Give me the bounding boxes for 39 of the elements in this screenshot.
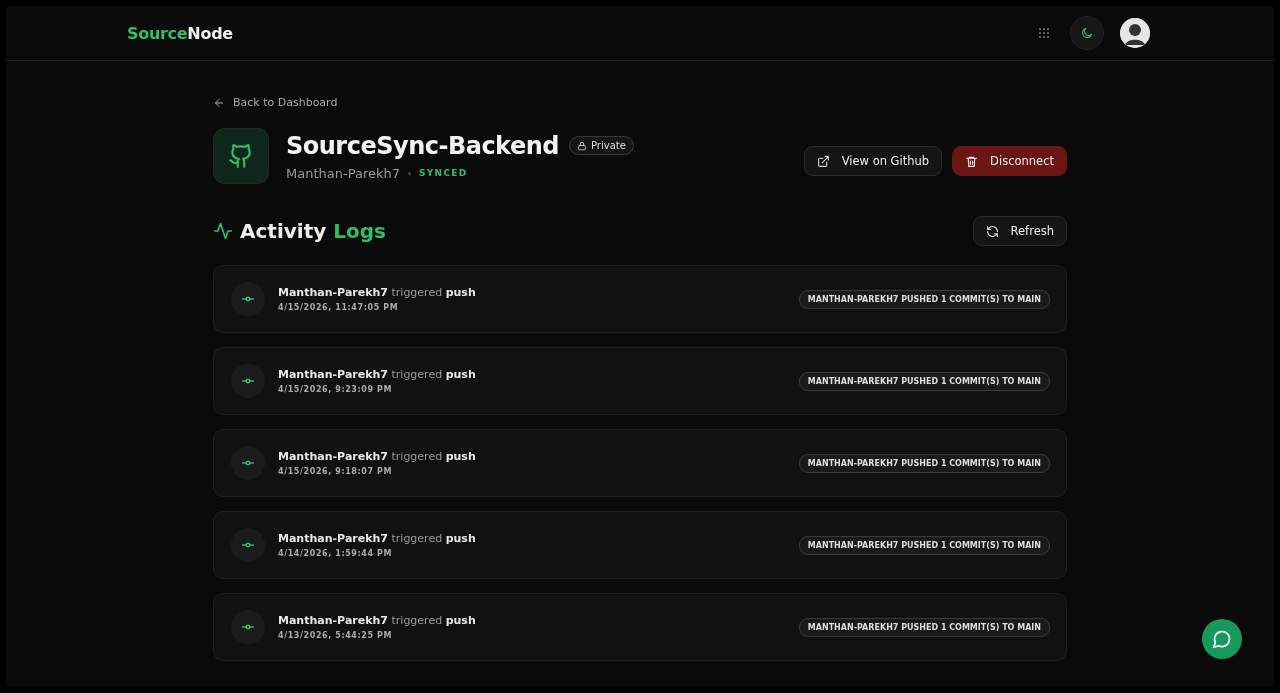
log-time: 4/15/2026, 9:23:09 PM — [278, 385, 394, 394]
github-button[interactable]: View on Github — [803, 146, 943, 176]
commit-message-badge: MANTHAN-PAREKH7 PUSHED 1 COMMIT(S) TO MAIN — [798, 535, 1050, 555]
separator-dot — [408, 171, 411, 175]
activity-icon — [213, 221, 233, 241]
repo-name: SourceSync-Backend — [286, 131, 559, 160]
external-link-icon — [816, 154, 830, 168]
refresh-button[interactable]: Refresh — [972, 216, 1067, 246]
log-summary: Manthan-Parekh7 triggered push — [278, 450, 476, 463]
theme-button[interactable] — [1070, 16, 1104, 50]
log-summary: Manthan-Parekh7 triggered push — [278, 614, 476, 627]
log-time: 4/15/2026, 9:18:07 PM — [278, 467, 394, 476]
github-icon — [228, 143, 254, 169]
owner-name: Manthan-Parekh7 — [286, 165, 400, 181]
section-title: Activity Logs — [240, 219, 386, 243]
arrow-left-icon — [213, 96, 225, 109]
refresh-icon — [985, 224, 999, 238]
commit-message-badge: MANTHAN-PAREKH7 PUSHED 1 COMMIT(S) TO MAIN — [798, 617, 1050, 637]
grid-icon — [1036, 25, 1052, 41]
log-time: 4/14/2026, 1:59:44 PM — [278, 549, 394, 558]
log-summary: Manthan-Parekh7 triggered push — [278, 368, 476, 381]
lock-icon — [577, 140, 587, 151]
log-summary: Manthan-Parekh7 triggered push — [278, 532, 476, 545]
visibility-label: Private — [591, 140, 626, 151]
log-summary: Manthan-Parekh7 triggered push — [278, 286, 476, 299]
trash-icon — [965, 154, 979, 168]
commit-message-badge: MANTHAN-PAREKH7 PUSHED 1 COMMIT(S) TO MAIN — [798, 289, 1050, 309]
avatar[interactable] — [1120, 18, 1150, 48]
moon-icon — [1080, 26, 1094, 40]
disconnect-button[interactable]: Disconnect — [952, 146, 1067, 176]
logo[interactable]: SourceNode — [127, 23, 233, 43]
log-time: 4/15/2026, 11:47:05 PM — [278, 303, 400, 312]
commit-message-badge: MANTHAN-PAREKH7 PUSHED 1 COMMIT(S) TO MAIN — [798, 371, 1050, 391]
chat-button[interactable] — [1202, 619, 1242, 659]
log-time: 4/13/2026, 5:44:25 PM — [278, 631, 394, 640]
commit-message-badge: MANTHAN-PAREKH7 PUSHED 1 COMMIT(S) TO MAIN — [798, 453, 1050, 473]
chat-bubble-icon — [1212, 629, 1232, 649]
back-link[interactable]: Back to Dashboard — [213, 96, 338, 109]
sync-status: SYNCED — [419, 168, 468, 178]
